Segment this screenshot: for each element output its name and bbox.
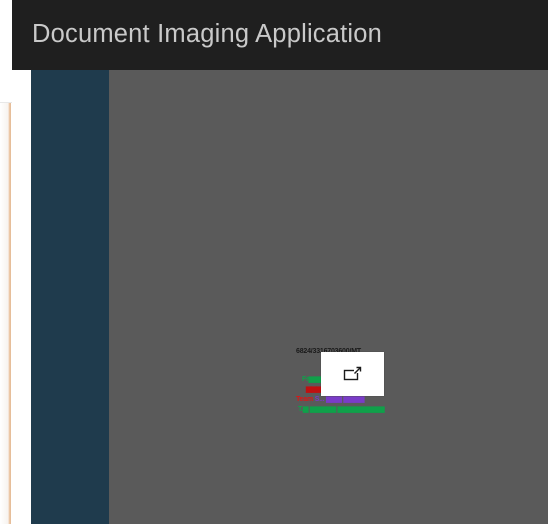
- window-left-edge-top: [0, 0, 12, 103]
- left-gutter: [12, 70, 31, 524]
- open-in-new-window-icon: [343, 366, 362, 381]
- app-title: Document Imaging Application: [32, 19, 383, 48]
- open-in-new-window-button[interactable]: [321, 352, 384, 396]
- thumbnail-text-segment: Team: [296, 396, 313, 403]
- thumbnail-text-line: Team S... ▆▆▆ ▆▆▆▆: [296, 396, 364, 404]
- side-panel: [31, 70, 109, 524]
- document-viewer[interactable]: [109, 70, 548, 524]
- title-bar: Document Imaging Application: [12, 0, 548, 70]
- thumbnail-text-line: T.▆ ▆▆▆▆▆ ▆▆▆▆▆▆▆▆▆: [298, 406, 385, 413]
- thumbnail-text-segment: S... ▆▆▆ ▆▆▆▆: [314, 396, 365, 403]
- app-window: Document Imaging Application 6824/331670…: [0, 0, 548, 524]
